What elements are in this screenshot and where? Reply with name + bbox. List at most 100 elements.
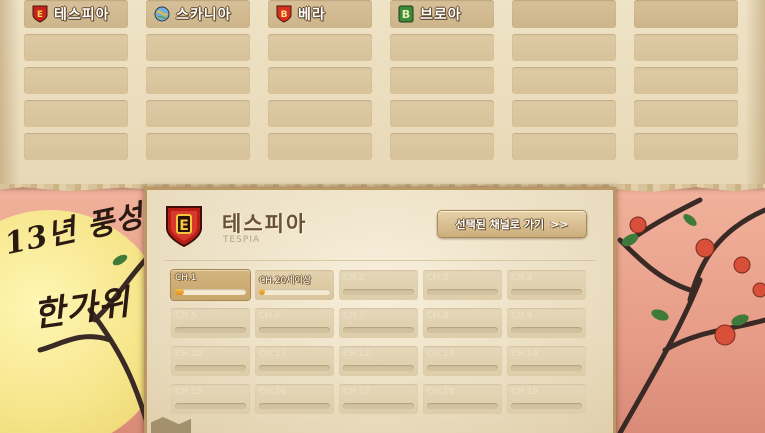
divider [165,260,595,261]
go-to-selected-channel-button[interactable]: 선택된 채널로 가기 >> [437,210,587,238]
server-slot-empty [146,100,250,127]
world-subtitle: TESPIA [223,235,261,245]
channel-button: CH.7 [339,308,418,338]
broa-emblem-icon: B [398,5,414,23]
svg-text:B: B [402,8,410,21]
channel-load-bar [175,327,246,333]
channel-name: CH.1 [175,273,197,283]
server-slot-empty [268,100,372,127]
channel-load-bar [343,289,414,295]
channel-load-bar [343,403,414,409]
channel-load-bar [511,327,582,333]
channel-load-bar [511,403,582,409]
channel-name: CH.8 [427,311,449,321]
channel-name: CH.10 [175,349,203,359]
channel-button: CH.4 [507,270,586,300]
channel-button: CH.5 [171,308,250,338]
server-button-bera[interactable]: B 베라 [268,0,372,28]
channel-name: CH.9 [511,311,533,321]
channel-button[interactable]: CH.1 [171,270,250,300]
channel-name: CH.15 [175,387,203,397]
server-slot-empty [24,67,128,94]
channel-name: CH.16 [259,387,287,397]
channel-select-panel: E 테스피아 TESPIA 선택된 채널로 가기 >> CH.1 CH.20세이상… [147,190,613,433]
channel-name: CH.19 [511,387,539,397]
channel-load-bar [259,327,330,333]
channel-button: CH.12 [339,346,418,376]
channel-name: CH.3 [427,273,449,283]
channel-name: CH.5 [175,311,197,321]
server-button-tespia[interactable]: E 테스피아 [24,0,128,28]
channel-button: CH.16 [255,384,334,414]
server-slot-empty [24,34,128,61]
server-column: E 테스피아 [22,0,130,166]
channel-load-bar [427,289,498,295]
server-slot-empty [146,133,250,160]
server-slot-empty [24,100,128,127]
channel-button: CH.6 [255,308,334,338]
double-chevron-right-icon: >> [550,217,569,231]
channel-load-bar [427,403,498,409]
channel-load-bar [259,289,330,295]
server-slot-empty [634,0,738,28]
server-slot-empty [512,67,616,94]
channel-load-bar [343,365,414,371]
server-column: B 베라 [266,0,374,166]
server-slot-empty [512,34,616,61]
server-slot-empty [268,67,372,94]
server-slot-empty [146,67,250,94]
channel-load-bar [511,365,582,371]
channel-load-bar [175,365,246,371]
server-column: B 브로아 [388,0,496,166]
server-slot-empty [146,34,250,61]
server-column [510,0,618,166]
server-name: 스카니아 [176,7,232,23]
channel-name: CH.20세이상 [259,276,312,286]
channel-button: CH.18 [423,384,502,414]
channel-load-bar [175,403,246,409]
channel-button: CH.17 [339,384,418,414]
server-slot-empty [390,67,494,94]
channel-button: CH.9 [507,308,586,338]
server-slot-empty [512,0,616,28]
svg-text:E: E [37,10,43,20]
channel-name: CH.6 [259,311,281,321]
channel-load-bar [259,403,330,409]
channel-load-bar [175,289,246,295]
server-slot-empty [390,133,494,160]
server-slot-empty [390,34,494,61]
channel-button: CH.10 [171,346,250,376]
server-list-panel: E 테스피아 스카니아 B 베라 B 브로아 [0,0,765,186]
channel-name: CH.7 [343,311,365,321]
channel-button[interactable]: CH.20세이상 [255,270,334,300]
bera-shield-icon: B [276,5,292,23]
channel-grid: CH.1 CH.20세이상 CH.2 CH.3 CH.4 CH.5 CH.6 CH.7 CH.8… [171,270,586,414]
channel-load-fill [175,289,184,295]
svg-text:B: B [281,10,288,20]
world-title: 테스피아 [222,212,308,236]
server-slot-empty [634,100,738,127]
channel-button: CH.19 [507,384,586,414]
channel-button: CH.2 [339,270,418,300]
channel-button: CH.11 [255,346,334,376]
channel-button: CH.13 [423,346,502,376]
channel-name: CH.12 [343,349,371,359]
server-slot-empty [634,133,738,160]
server-column: 스카니아 [144,0,252,166]
channel-name: CH.18 [427,387,455,397]
channel-button: CH.15 [171,384,250,414]
server-name: 브로아 [420,7,462,23]
server-name: 베라 [298,7,326,23]
server-slot-empty [634,67,738,94]
server-button-broa[interactable]: B 브로아 [390,0,494,28]
channel-name: CH.14 [511,349,539,359]
go-button-label: 선택된 채널로 가기 [455,218,545,231]
channel-load-bar [259,365,330,371]
server-button-scania[interactable]: 스카니아 [146,0,250,28]
channel-name: CH.4 [511,273,533,283]
channel-name: CH.13 [427,349,455,359]
channel-name: CH.2 [343,273,365,283]
server-slot-empty [512,100,616,127]
channel-load-bar [427,365,498,371]
tespia-shield-icon: E [32,5,48,23]
